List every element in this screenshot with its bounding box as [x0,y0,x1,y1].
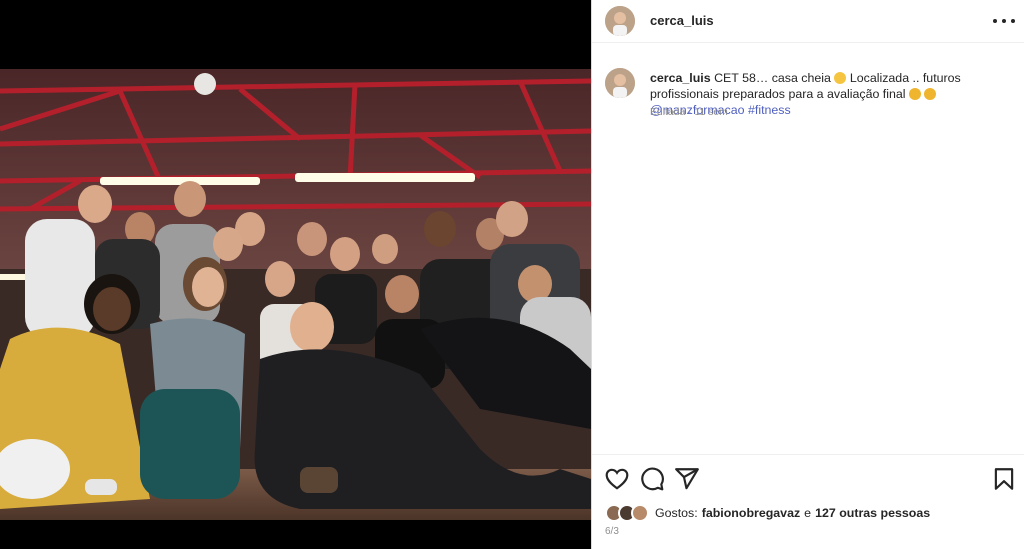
likes-conjunction: e [804,506,812,520]
post-media[interactable] [0,0,591,549]
post-header: cerca_luis [592,0,1024,43]
caption-username[interactable]: cerca_luis [650,71,711,85]
post-actions: Gostos: fabionobregavaz e 127 outras pes… [592,454,1024,549]
caption-meta: Editada · 11 sem [650,107,728,118]
more-options-icon[interactable] [993,13,1015,29]
caption-text-part1: CET 58… casa cheia [714,71,831,85]
liker-avatar [631,504,649,522]
caption-author-avatar[interactable] [605,68,635,98]
post-photo[interactable] [0,69,591,520]
post-sidebar: cerca_luis cerca_luis CET 58… casa cheia… [591,0,1024,549]
avatar-image [605,6,635,36]
likes-summary: Gostos: fabionobregavaz e 127 outras pes… [605,503,930,523]
author-avatar[interactable] [605,6,635,36]
likes-label: Gostos: [655,506,698,520]
time-ago[interactable]: 11 sem [695,107,728,118]
comment-bubble-icon[interactable] [639,466,665,492]
hashtag-link[interactable]: #fitness [748,103,791,117]
group-photo-image [0,69,591,520]
bookmark-icon[interactable] [991,466,1017,492]
first-liker-username[interactable]: fabionobregavaz [702,506,800,520]
instagram-post-modal: cerca_luis cerca_luis CET 58… casa cheia… [0,0,1024,549]
smiling-face-emoji-icon [834,72,847,84]
flexed-biceps-emoji-icon [924,88,937,100]
author-username[interactable]: cerca_luis [650,13,714,28]
heart-icon[interactable] [604,466,630,492]
avatar-image [605,68,635,98]
likers-avatar-stack[interactable] [605,504,649,522]
post-date[interactable]: 6/3 [605,526,619,537]
meta-separator: · [688,107,692,118]
edited-label: Editada [650,107,686,118]
flexed-biceps-emoji-icon [909,88,921,100]
paper-plane-icon[interactable] [674,466,700,492]
other-likers-link[interactable]: 127 outras pessoas [815,506,930,520]
